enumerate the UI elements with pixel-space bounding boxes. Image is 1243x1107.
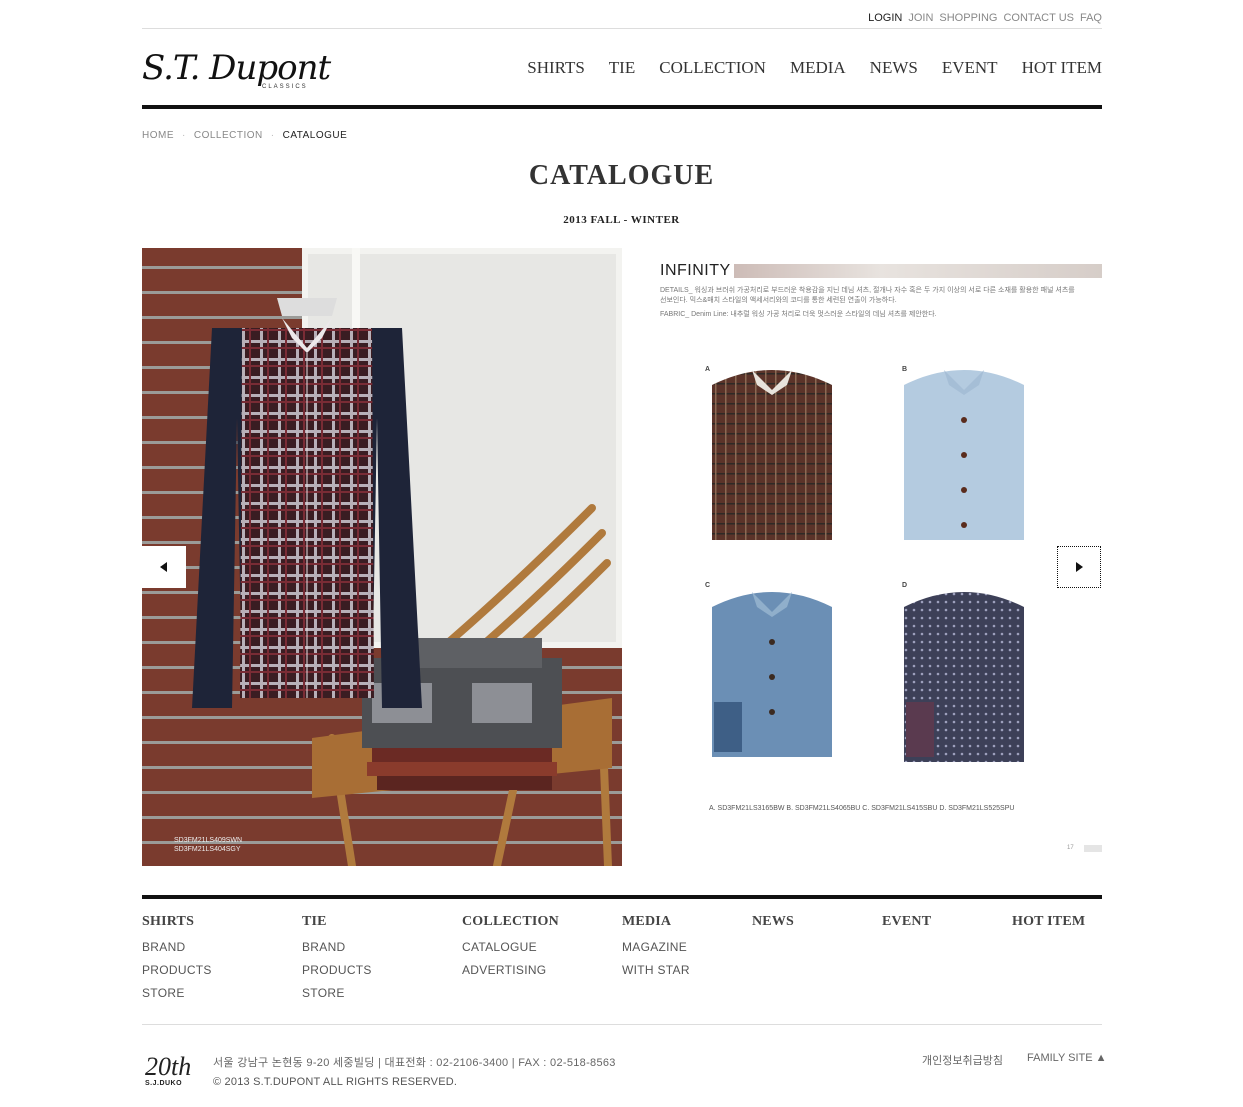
breadcrumb-current: CATALOGUE xyxy=(282,130,348,141)
photo-product-codes: SD3FM21LS409SWN SD3FM21LS404SGY xyxy=(174,836,242,854)
photo-code-1: SD3FM21LS409SWN xyxy=(174,837,243,844)
nav-event[interactable]: EVENT xyxy=(942,58,998,78)
sitemap-link[interactable]: ADVERTISING xyxy=(462,963,559,977)
sitemap-col-event: EVENT xyxy=(882,914,931,940)
next-button[interactable] xyxy=(1057,546,1101,588)
sitemap-col-news: NEWS xyxy=(752,914,794,940)
collection-heading: INFINITY xyxy=(660,262,731,279)
breadcrumb: HOME · COLLECTION · CATALOGUE xyxy=(142,130,347,141)
heading-bar xyxy=(734,264,1102,278)
sitemap-link[interactable]: PRODUCTS xyxy=(142,963,212,977)
catalogue-photo: SD3FM21LS409SWN SD3FM21LS404SGY xyxy=(142,248,622,866)
contact-us-link[interactable]: CONTACT US xyxy=(1003,12,1074,24)
logo-subtext: CLASSICS xyxy=(262,84,308,90)
sitemap-col-collection: COLLECTION CATALOGUE ADVERTISING xyxy=(462,914,559,986)
page-subtitle: 2013 FALL - WINTER xyxy=(563,214,680,226)
footer-rule xyxy=(142,895,1102,899)
nav-hot-item[interactable]: HOT ITEM xyxy=(1022,58,1102,78)
logo-text: S.T. Dupont xyxy=(142,48,331,88)
anniversary-company: S.J.DUKO xyxy=(145,1080,183,1087)
header-rule xyxy=(142,105,1102,109)
product-codes: A. SD3FM21LS3165BW B. SD3FM21LS4065BU C.… xyxy=(709,805,1015,812)
sitemap-link[interactable]: STORE xyxy=(142,986,212,1000)
footer-divider xyxy=(142,1024,1102,1025)
brand-logo[interactable]: S.T. Dupont CLASSICS xyxy=(142,48,332,94)
login-link[interactable]: LOGIN xyxy=(868,12,902,24)
anniversary-logo: 20th S.J.DUKO xyxy=(145,1054,195,1094)
page-number: 17 xyxy=(1067,845,1074,851)
photo-code-2: SD3FM21LS404SGY xyxy=(174,846,241,853)
page-number-bar xyxy=(1084,845,1102,852)
sitemap-heading[interactable]: MEDIA xyxy=(622,914,690,930)
join-link[interactable]: JOIN xyxy=(908,12,933,24)
catalogue-viewer: SD3FM21LS409SWN SD3FM21LS404SGY INFINITY… xyxy=(142,248,1102,866)
sitemap-link[interactable]: MAGAZINE xyxy=(622,940,690,954)
breadcrumb-collection[interactable]: COLLECTION xyxy=(194,130,263,141)
breadcrumb-home[interactable]: HOME xyxy=(142,130,174,141)
sitemap-link[interactable]: STORE xyxy=(302,986,372,1000)
shirt-a-image xyxy=(712,370,832,540)
sitemap-col-hot-item: HOT ITEM xyxy=(1012,914,1085,940)
shirt-c-image xyxy=(712,592,832,757)
details-text: DETAILS_ 워싱과 브러쉬 가공처리로 부드러운 착용감을 지닌 데님 셔… xyxy=(660,287,1075,304)
main-nav: SHIRTS TIE COLLECTION MEDIA NEWS EVENT H… xyxy=(527,58,1102,78)
sitemap-link[interactable]: WITH STAR xyxy=(622,963,690,977)
family-site-dropdown[interactable]: FAMILY SITE ▲ xyxy=(1027,1052,1107,1064)
sitemap-heading[interactable]: COLLECTION xyxy=(462,914,559,930)
anniversary-number: 20th xyxy=(145,1052,192,1081)
utility-divider xyxy=(142,28,1102,29)
prev-button[interactable] xyxy=(142,546,186,588)
fabric-text: FABRIC_ Denim Line: 내추럴 워싱 가공 처리로 더욱 멋스러… xyxy=(660,311,937,318)
breadcrumb-separator: · xyxy=(270,130,275,141)
sitemap-link[interactable]: PRODUCTS xyxy=(302,963,372,977)
sitemap-col-shirts: SHIRTS BRAND PRODUCTS STORE xyxy=(142,914,212,1009)
sitemap-col-media: MEDIA MAGAZINE WITH STAR xyxy=(622,914,690,986)
nav-collection[interactable]: COLLECTION xyxy=(659,58,766,78)
utility-nav: LOGIN JOIN SHOPPING CONTACT US FAQ xyxy=(868,12,1102,24)
nav-media[interactable]: MEDIA xyxy=(790,58,846,78)
shirt-b-image xyxy=(904,370,1024,540)
sitemap-col-tie: TIE BRAND PRODUCTS STORE xyxy=(302,914,372,1009)
faq-link[interactable]: FAQ xyxy=(1080,12,1102,24)
sitemap-link[interactable]: CATALOGUE xyxy=(462,940,559,954)
sitemap-heading[interactable]: EVENT xyxy=(882,914,931,930)
breadcrumb-separator: · xyxy=(182,130,186,141)
shopping-link[interactable]: SHOPPING xyxy=(939,12,997,24)
page-title: CATALOGUE xyxy=(528,160,715,191)
nav-tie[interactable]: TIE xyxy=(609,58,635,78)
shirt-illustration xyxy=(192,298,422,708)
collection-description: DETAILS_ 워싱과 브러쉬 가공처리로 부드러운 착용감을 지닌 데님 셔… xyxy=(660,286,1080,324)
sitemap-heading[interactable]: HOT ITEM xyxy=(1012,914,1085,930)
nav-shirts[interactable]: SHIRTS xyxy=(527,58,585,78)
sitemap-link[interactable]: BRAND xyxy=(302,940,372,954)
copyright-text: © 2013 S.T.DUPONT ALL RIGHTS RESERVED. xyxy=(213,1076,458,1088)
chevron-left-icon xyxy=(160,562,167,572)
sitemap-heading[interactable]: TIE xyxy=(302,914,372,930)
sitemap-heading[interactable]: NEWS xyxy=(752,914,794,930)
shirt-d-image xyxy=(904,592,1024,762)
nav-news[interactable]: NEWS xyxy=(870,58,918,78)
sitemap-link[interactable]: BRAND xyxy=(142,940,212,954)
privacy-policy-link[interactable]: 개인정보취급방침 xyxy=(922,1052,1003,1068)
sitemap-heading[interactable]: SHIRTS xyxy=(142,914,212,930)
company-address: 서울 강남구 논현동 9-20 세중빌딩 | 대표전화 : 02-2106-34… xyxy=(213,1057,616,1069)
chevron-right-icon xyxy=(1076,562,1083,572)
catalogue-page: INFINITY DETAILS_ 워싱과 브러쉬 가공처리로 부드러운 착용감… xyxy=(622,248,1102,866)
